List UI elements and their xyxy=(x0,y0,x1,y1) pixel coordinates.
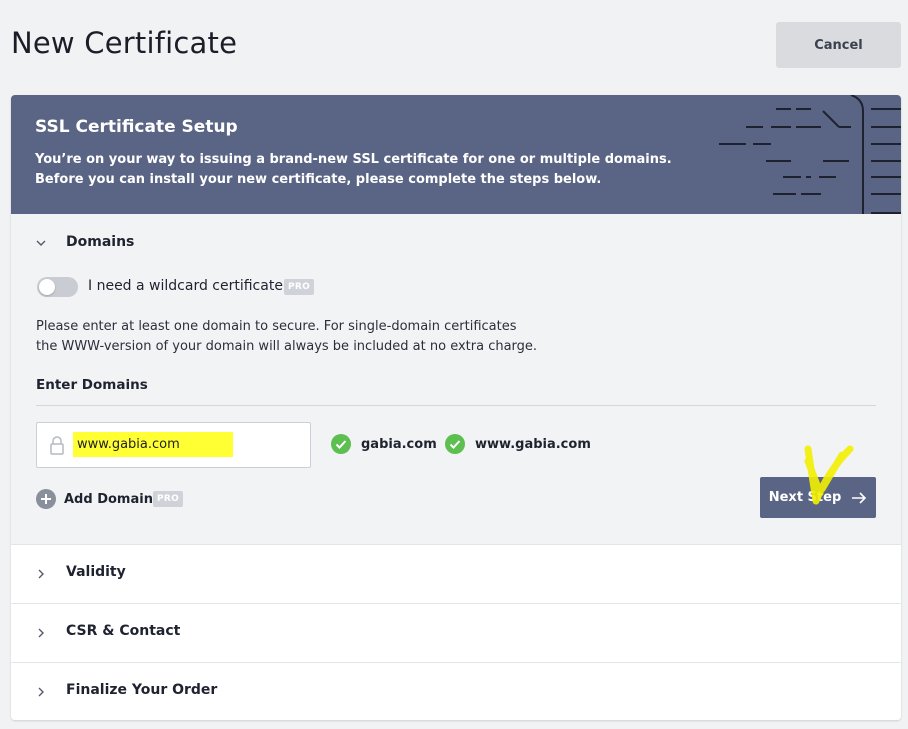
arrow-right-icon xyxy=(852,491,867,504)
banner-description-line-1: You’re on your way to issuing a brand-ne… xyxy=(35,152,672,167)
section-validity[interactable]: Validity xyxy=(11,544,901,603)
verified-domain-label: www.gabia.com xyxy=(475,436,591,452)
next-step-button[interactable]: Next Step xyxy=(760,477,876,518)
wildcard-label: I need a wildcard certificate xyxy=(88,278,283,294)
section-finalize-order[interactable]: Finalize Your Order xyxy=(11,662,901,720)
next-step-label: Next Step xyxy=(768,490,842,505)
wildcard-toggle[interactable] xyxy=(37,277,78,297)
plus-circle-icon xyxy=(36,489,56,509)
domains-section-label: Domains xyxy=(66,234,135,250)
code-lines-illustration xyxy=(719,95,901,214)
cancel-button[interactable]: Cancel xyxy=(776,22,901,68)
verified-domain-chip: gabia.com xyxy=(331,434,437,454)
section-label: Finalize Your Order xyxy=(66,682,218,698)
page-title: New Certificate xyxy=(11,26,238,60)
section-label: CSR & Contact xyxy=(66,623,181,639)
add-domain-pro-badge: PRO xyxy=(153,491,184,507)
domains-section: Domains I need a wildcard certificate PR… xyxy=(11,214,901,544)
domain-field[interactable] xyxy=(36,422,311,468)
domains-header[interactable]: Domains xyxy=(11,214,901,272)
add-domain-button[interactable]: Add Domain xyxy=(36,489,153,509)
add-domain-label: Add Domain xyxy=(64,491,153,507)
banner-description: You’re on your way to issuing a brand-ne… xyxy=(35,150,695,190)
check-circle-icon xyxy=(445,434,465,454)
check-circle-icon xyxy=(331,434,351,454)
lock-icon xyxy=(50,436,64,455)
certificate-card: SSL Certificate Setup You’re on your way… xyxy=(11,95,901,720)
wildcard-pro-badge: PRO xyxy=(284,279,315,295)
chevron-down-icon xyxy=(36,240,46,246)
domain-info-line-1: Please enter at least one domain to secu… xyxy=(36,319,517,334)
banner-description-line-2: Before you can install your new certific… xyxy=(35,172,602,187)
domain-input[interactable] xyxy=(73,432,233,457)
banner-title: SSL Certificate Setup xyxy=(35,117,238,137)
domain-info-text: Please enter at least one domain to secu… xyxy=(36,317,596,357)
enter-domains-label: Enter Domains xyxy=(36,377,148,393)
chevron-right-icon xyxy=(38,628,44,638)
section-label: Validity xyxy=(66,564,126,580)
section-csr-contact[interactable]: CSR & Contact xyxy=(11,603,901,662)
domain-info-line-2: the WWW-version of your domain will alwa… xyxy=(36,339,538,354)
setup-banner: SSL Certificate Setup You’re on your way… xyxy=(11,95,901,214)
chevron-right-icon xyxy=(38,569,44,579)
verified-domain-chip: www.gabia.com xyxy=(445,434,591,454)
verified-domain-label: gabia.com xyxy=(361,436,437,452)
chevron-right-icon xyxy=(38,687,44,697)
divider xyxy=(36,405,876,406)
